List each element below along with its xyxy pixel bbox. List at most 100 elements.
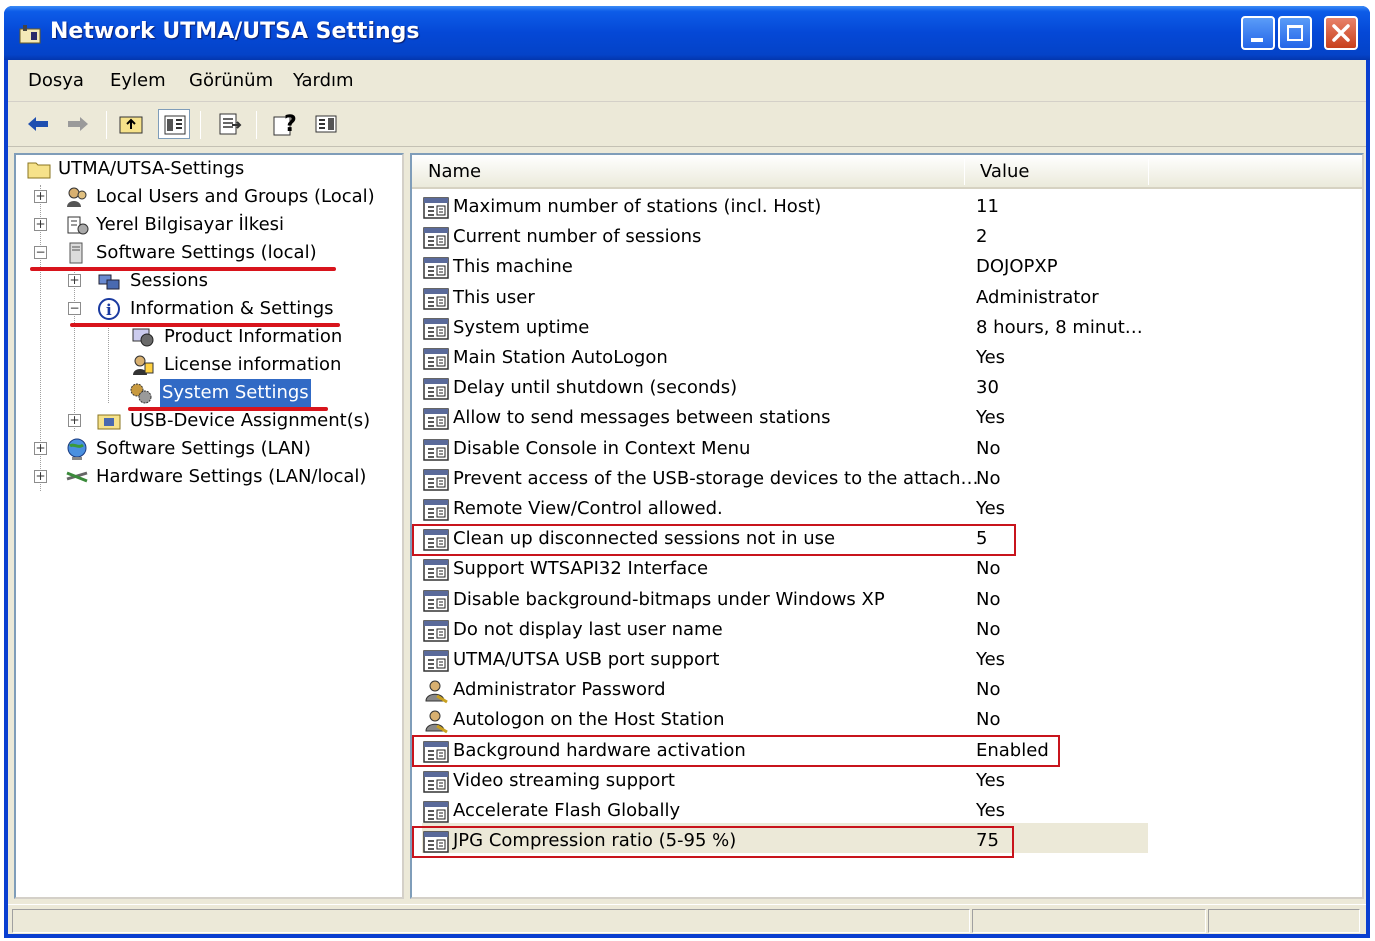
folder-icon (27, 162, 51, 179)
tree-label: Sessions (130, 270, 209, 291)
status-cell-main (12, 909, 970, 933)
list-row[interactable]: Prevent access of the USB-storage device… (422, 465, 1352, 495)
tree-label: Information & Settings (130, 298, 334, 319)
action-pane-button[interactable] (310, 109, 342, 139)
list-row[interactable]: This user Administrator (422, 284, 1352, 314)
tree-label: Hardware Settings (LAN/local) (96, 466, 367, 487)
row-name: Administrator Password (453, 679, 666, 701)
tree-label-selected: System Settings (160, 379, 311, 407)
tree-label-root: UTMA/UTSA-Settings (58, 158, 245, 179)
column-header-value[interactable]: Value (980, 161, 1029, 182)
setting-icon (423, 197, 449, 219)
list-row[interactable]: UTMA/UTSA USB port support Yes (422, 646, 1352, 676)
collapse-toggle[interactable]: − (68, 302, 81, 315)
export-list-button[interactable] (214, 109, 246, 139)
list-row[interactable]: Delay until shutdown (seconds) 30 (422, 374, 1352, 404)
row-value: 8 hours, 8 minut… (976, 316, 1143, 338)
user-key-icon (425, 710, 448, 734)
setting-icon (423, 469, 449, 491)
list-header: Name Value (412, 155, 1362, 189)
expand-toggle[interactable]: + (34, 218, 47, 231)
setting-icon (423, 378, 449, 400)
sessions-icon (98, 274, 120, 290)
globe-icon (67, 438, 87, 460)
setting-icon (423, 559, 449, 582)
tree-pane[interactable]: UTMA/UTSA-Settings + Local Users and Gro… (14, 153, 404, 899)
list-row[interactable]: Main Station AutoLogon Yes (422, 344, 1352, 374)
client-area: Dosya Eylem Görünüm Yardım ? UTMA/UTSA-S… (8, 60, 1366, 934)
list-row[interactable]: This machine DOJOPXP (422, 253, 1352, 283)
setting-icon (423, 801, 449, 823)
setting-icon (423, 438, 449, 461)
list-row[interactable]: Do not display last user name No (422, 616, 1352, 646)
collapse-toggle[interactable]: − (34, 246, 47, 259)
help-button[interactable]: ? (270, 109, 302, 139)
computer-tower-icon (69, 242, 83, 264)
row-name: Accelerate Flash Globally (453, 800, 681, 821)
list-row[interactable]: Allow to send messages between stations Y… (422, 404, 1352, 434)
row-value: No (976, 437, 1001, 459)
policy-icon (67, 216, 89, 235)
maximize-button[interactable] (1278, 16, 1312, 50)
setting-icon (423, 257, 449, 280)
forward-button[interactable] (62, 109, 94, 139)
menu-bar: Dosya Eylem Görünüm Yardım (8, 60, 1366, 102)
row-name: Disable background-bitmaps under Windows… (453, 588, 885, 610)
row-value: Yes (976, 769, 1006, 791)
minimize-button[interactable] (1241, 16, 1275, 50)
list-row[interactable]: Autologon on the Host Station No (422, 706, 1352, 736)
setting-icon (423, 287, 449, 310)
expand-toggle[interactable]: + (68, 274, 81, 287)
row-value: No (976, 588, 1001, 610)
status-bar (8, 904, 1366, 934)
menu-file[interactable]: Dosya (28, 70, 84, 91)
expand-toggle[interactable]: + (34, 442, 47, 455)
info-icon: i (98, 298, 120, 320)
list-row[interactable]: Current number of sessions 2 (422, 223, 1352, 253)
forward-arrow-icon (68, 117, 88, 131)
list-row[interactable]: Accelerate Flash Globally Yes (422, 797, 1352, 827)
setting-icon (423, 771, 449, 793)
menu-view[interactable]: Görünüm (189, 70, 273, 91)
title-bar[interactable]: Network UTMA/UTSA Settings (4, 6, 1370, 60)
column-header-name[interactable]: Name (428, 161, 481, 182)
help-icon: ? (273, 112, 297, 137)
setting-icon (423, 499, 449, 521)
row-name: This user (453, 286, 535, 308)
tree-label: Software Settings (local) (96, 242, 317, 263)
status-cell-2 (972, 909, 1206, 933)
up-one-level-button[interactable] (116, 109, 148, 139)
close-icon (1332, 24, 1350, 42)
row-name: System uptime (453, 316, 590, 338)
menu-help[interactable]: Yardım (293, 70, 354, 91)
close-button[interactable] (1324, 16, 1358, 50)
row-name: Delay until shutdown (seconds) (453, 377, 738, 399)
list-row[interactable]: System uptime 8 hours, 8 minut… (422, 314, 1352, 344)
list-row[interactable]: Maximum number of stations (incl. Host) 1… (422, 193, 1352, 223)
menu-action[interactable]: Eylem (110, 70, 166, 91)
action-pane-icon (315, 115, 337, 133)
setting-icon (423, 620, 449, 642)
setting-icon (423, 227, 449, 249)
row-value: No (976, 709, 1001, 731)
toolbar: ? (8, 103, 1366, 147)
list-row[interactable]: Administrator Password No (422, 676, 1352, 706)
gears-icon (130, 383, 152, 404)
list-row[interactable]: Disable background-bitmaps under Windows… (422, 586, 1352, 616)
row-name: Maximum number of stations (incl. Host) (453, 196, 822, 217)
list-row[interactable]: Video streaming support Yes (422, 767, 1352, 797)
row-value: No (976, 618, 1001, 640)
list-row[interactable]: Remote View/Control allowed. Yes (422, 495, 1352, 525)
expand-toggle[interactable]: + (68, 414, 81, 427)
row-value: No (976, 558, 1001, 580)
show-tree-button[interactable] (158, 109, 190, 139)
license-icon (133, 355, 154, 375)
back-button[interactable] (22, 109, 54, 139)
row-name: Main Station AutoLogon (453, 347, 668, 368)
back-arrow-icon (28, 117, 48, 131)
expand-toggle[interactable]: + (34, 190, 47, 203)
expand-toggle[interactable]: + (34, 470, 47, 483)
list-row[interactable]: Disable Console in Context Menu No (422, 435, 1352, 465)
list-pane[interactable]: Name Value Maximum number of stations (i… (410, 153, 1364, 899)
list-row[interactable]: Support WTSAPI32 Interface No (422, 555, 1352, 585)
